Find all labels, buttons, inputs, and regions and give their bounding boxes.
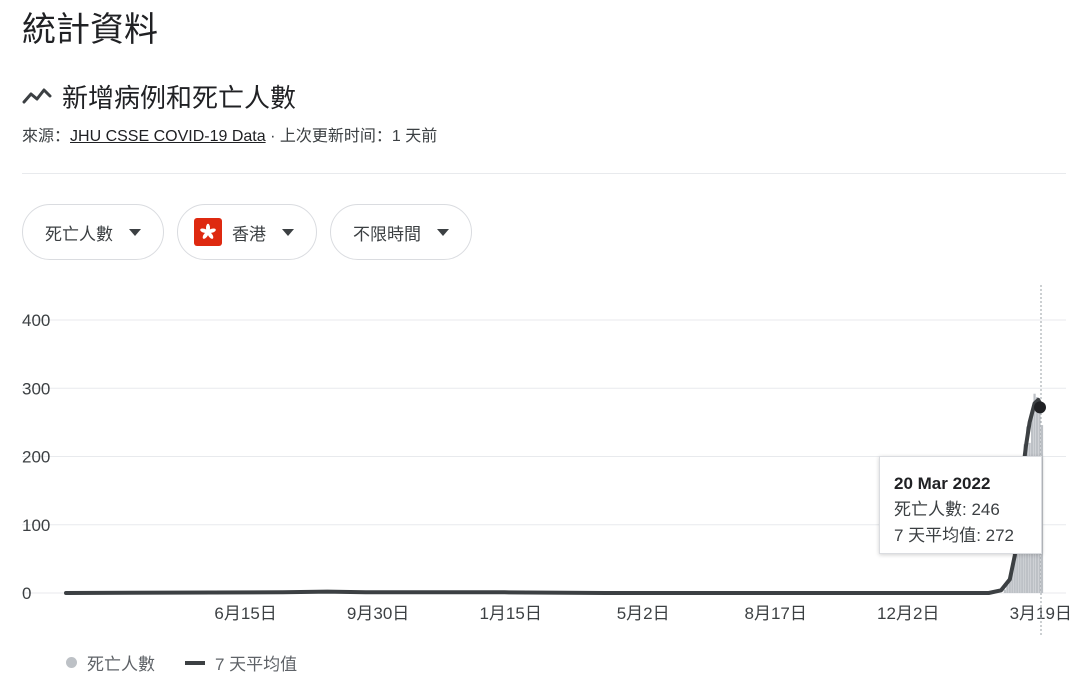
tooltip-deaths: 死亡人數: 246	[894, 500, 1000, 519]
last-updated: · 上次更新时间：1 天前	[265, 128, 438, 145]
time-range-dropdown[interactable]: 不限時間	[330, 204, 472, 260]
x-tick-label: 8月17日	[745, 604, 807, 623]
tooltip-date: 20 Mar 2022	[894, 474, 991, 493]
deaths-bar	[1003, 589, 1006, 593]
legend-line-swatch	[185, 660, 205, 665]
metric-dropdown[interactable]: 死亡人數	[22, 204, 164, 260]
x-tick-label: 5月2日	[617, 604, 670, 623]
y-tick-label: 400	[22, 311, 50, 330]
y-tick-label: 100	[22, 516, 50, 535]
section-title: 新增病例和死亡人數	[62, 82, 297, 113]
x-tick-label: 9月30日	[347, 604, 409, 623]
x-tick-label: 1月15日	[479, 604, 541, 623]
dropdown-arrow-icon	[129, 228, 141, 236]
y-tick-label: 200	[22, 448, 50, 467]
y-tick-label: 300	[22, 379, 50, 398]
metric-dropdown-label: 死亡人數	[45, 224, 113, 244]
legend-bar-label: 死亡人數	[87, 655, 155, 674]
tooltip-average: 7 天平均值: 272	[894, 526, 1015, 545]
divider	[22, 173, 1066, 174]
x-tick-label: 12月2日	[877, 604, 939, 623]
region-dropdown-label: 香港	[232, 224, 266, 244]
legend-bar-swatch	[66, 657, 77, 668]
source-link[interactable]: JHU CSSE COVID-19 Data	[70, 128, 266, 145]
section-header: 新增病例和死亡人數	[22, 76, 296, 116]
filter-chips: 死亡人數 香港 不限時間	[22, 204, 472, 260]
y-tick-label: 0	[22, 584, 31, 603]
chart-legend: 死亡人數 7 天平均值	[66, 650, 297, 675]
dropdown-arrow-icon	[282, 228, 294, 236]
source-line: 來源：JHU CSSE COVID-19 Data · 上次更新时间：1 天前	[22, 122, 437, 146]
dropdown-arrow-icon	[437, 228, 449, 236]
region-dropdown[interactable]: 香港	[177, 204, 317, 260]
trend-line-icon	[22, 88, 52, 104]
legend-line-label: 7 天平均值	[215, 655, 298, 674]
time-range-dropdown-label: 不限時間	[353, 224, 421, 244]
hong-kong-flag-icon	[194, 218, 222, 246]
page-title: 統計資料	[22, 11, 158, 49]
source-prefix: 來源：	[22, 128, 71, 145]
chart-tooltip: 20 Mar 2022 死亡人數: 246 7 天平均值: 272	[879, 456, 1042, 554]
hover-point	[1034, 401, 1046, 414]
x-tick-label: 6月15日	[214, 604, 276, 623]
